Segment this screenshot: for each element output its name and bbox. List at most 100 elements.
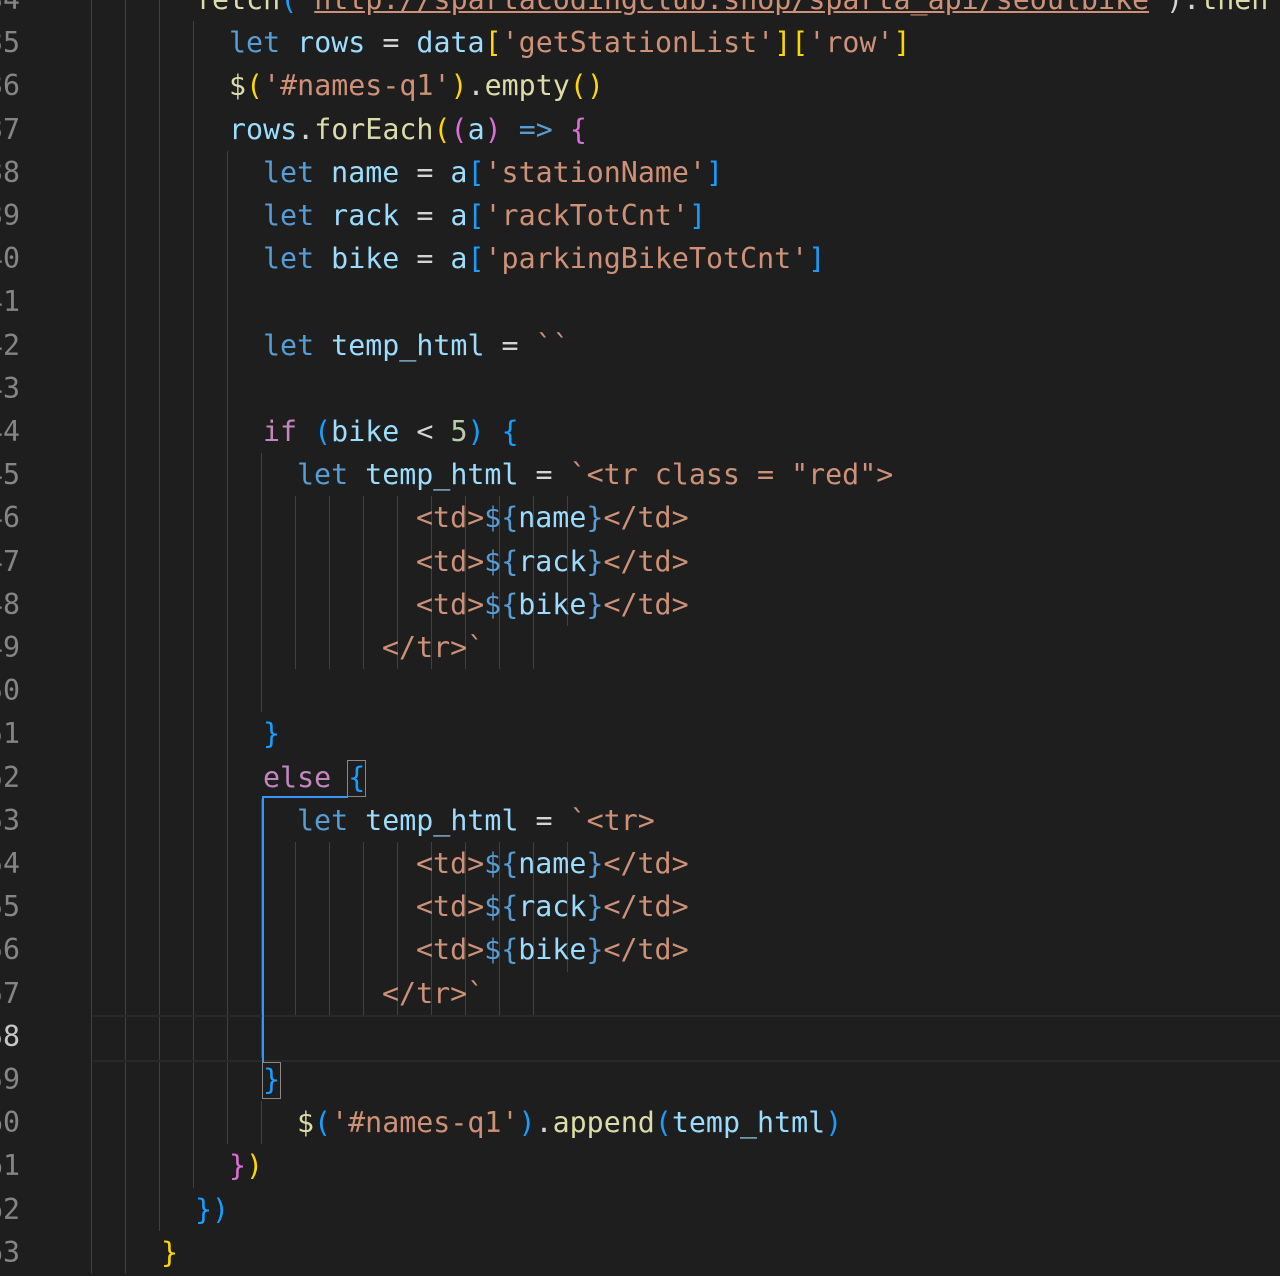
code-token: empty: [484, 69, 570, 103]
code-token: 'row': [808, 26, 894, 60]
code-line[interactable]: 60$('#names-q1').append(temp_html): [0, 1101, 1280, 1144]
code-token: </td>: [603, 890, 689, 924]
code-line[interactable]: 58: [0, 1015, 1280, 1058]
line-number: 41: [0, 285, 21, 319]
code-text: fetch('http://spartacodingclub.shop/spar…: [195, 0, 1268, 21]
code-line[interactable]: 41: [0, 280, 1280, 323]
code-token: ]: [688, 199, 706, 232]
code-line[interactable]: 36 $('#names-q1').empty(): [0, 64, 1280, 107]
code-text: let rows = data['getStationList']['row']: [229, 21, 911, 64]
code-line[interactable]: 57 </tr>`: [0, 972, 1280, 1015]
bracket-scope-horizontal: [262, 795, 348, 798]
code-token: $: [229, 69, 247, 103]
code-token: (: [654, 1106, 672, 1140]
code-token: let: [263, 242, 315, 276]
code-token: ).: [1166, 0, 1200, 16]
code-line[interactable]: 44 if (bike < 5) {: [0, 410, 1280, 453]
code-line[interactable]: 56 <td>${bike}</td>: [0, 928, 1280, 971]
code-line[interactable]: 52else {: [0, 756, 1280, 799]
line-number: 62: [0, 1192, 21, 1226]
code-line[interactable]: 50: [0, 669, 1280, 712]
code-token: name: [518, 501, 587, 535]
code-editor[interactable]: 34fetch('http://spartacodingclub.shop/sp…: [0, 0, 1280, 1276]
code-token: }: [586, 544, 604, 578]
code-token: =: [399, 242, 451, 276]
code-text: if (bike < 5) {: [263, 410, 519, 453]
code-line[interactable]: 62}): [0, 1188, 1280, 1231]
code-token: rack: [518, 890, 587, 924]
code-line[interactable]: 53 let temp_html = `<tr>: [0, 799, 1280, 842]
code-token: ${: [484, 933, 519, 967]
code-token: }: [195, 1192, 213, 1226]
code-token: ``: [535, 328, 570, 362]
code-token: ]: [706, 155, 724, 189]
code-token: `<tr>: [569, 803, 655, 837]
code-token: (: [314, 415, 332, 448]
code-token: }: [229, 1149, 247, 1183]
code-line[interactable]: 42 let temp_html = ``: [0, 324, 1280, 367]
code-token: 'getStationList': [501, 26, 775, 60]
code-token: rows: [297, 26, 366, 60]
code-token: temp_html: [671, 1106, 826, 1140]
code-token: {: [569, 112, 587, 146]
code-token: [: [791, 26, 809, 60]
code-token: <td>: [416, 933, 485, 967]
code-line[interactable]: 37rows.forEach((a) => {: [0, 108, 1280, 151]
code-line[interactable]: 40 let bike = a['parkingBikeTotCnt']: [0, 237, 1280, 280]
code-token: =: [399, 199, 451, 232]
code-line[interactable]: 59}: [0, 1058, 1280, 1101]
code-token: ): [825, 1106, 843, 1140]
code-line[interactable]: 55 <td>${rack}</td>: [0, 885, 1280, 928]
code-line[interactable]: 51}: [0, 712, 1280, 755]
code-token: <td>: [416, 544, 485, 578]
code-token: (: [280, 0, 297, 16]
line-number: 57: [0, 976, 21, 1010]
code-token: <td>: [416, 501, 485, 535]
code-token: else: [263, 760, 332, 794]
line-number: 61: [0, 1149, 21, 1183]
code-line[interactable]: 45 let temp_html = `<tr class = "red">: [0, 453, 1280, 496]
code-line[interactable]: 35let rows = data['getStationList']['row…: [0, 21, 1280, 64]
line-number: 63: [0, 1235, 21, 1269]
code-token: ${: [484, 544, 519, 578]
code-line[interactable]: 54 <td>${name}</td>: [0, 842, 1280, 885]
line-number: 39: [0, 199, 21, 232]
code-token: </td>: [603, 544, 689, 578]
code-token: =: [484, 328, 536, 362]
code-line[interactable]: 38 let name = a['stationName']: [0, 151, 1280, 194]
code-line[interactable]: 47 <td>${rack}</td>: [0, 540, 1280, 583]
code-line[interactable]: 63}: [0, 1231, 1280, 1274]
code-line[interactable]: 43: [0, 367, 1280, 410]
line-number: 46: [0, 501, 21, 535]
code-text: let temp_html = ``: [263, 324, 570, 367]
code-line[interactable]: 48 <td>${bike}</td>: [0, 583, 1280, 626]
code-token: ): [467, 415, 485, 448]
code-token: (: [246, 69, 264, 103]
code-text: let temp_html = `<tr class = "red">: [297, 453, 893, 496]
code-line[interactable]: 34fetch('http://spartacodingclub.shop/sp…: [0, 0, 1280, 21]
line-number: 36: [0, 69, 21, 103]
code-token: ]: [893, 26, 911, 60]
code-token: name: [518, 847, 587, 880]
code-token: [: [467, 199, 485, 232]
code-line[interactable]: 39 let rack = a['rackTotCnt']: [0, 194, 1280, 237]
code-line[interactable]: 61}): [0, 1144, 1280, 1187]
code-token: {: [501, 415, 519, 448]
code-token: bike: [331, 415, 400, 448]
code-line[interactable]: 46 <td>${name}</td>: [0, 496, 1280, 539]
code-token: =: [399, 155, 451, 189]
code-token: </td>: [603, 847, 689, 880]
code-token: ): [212, 1192, 230, 1226]
code-text: }: [161, 1231, 178, 1274]
code-token: let: [263, 155, 315, 189]
code-token: let: [297, 458, 349, 492]
code-token: bike: [331, 242, 400, 276]
code-token: =: [365, 26, 417, 60]
code-token: fetch: [195, 0, 280, 16]
code-line[interactable]: 49 </tr>`: [0, 626, 1280, 669]
